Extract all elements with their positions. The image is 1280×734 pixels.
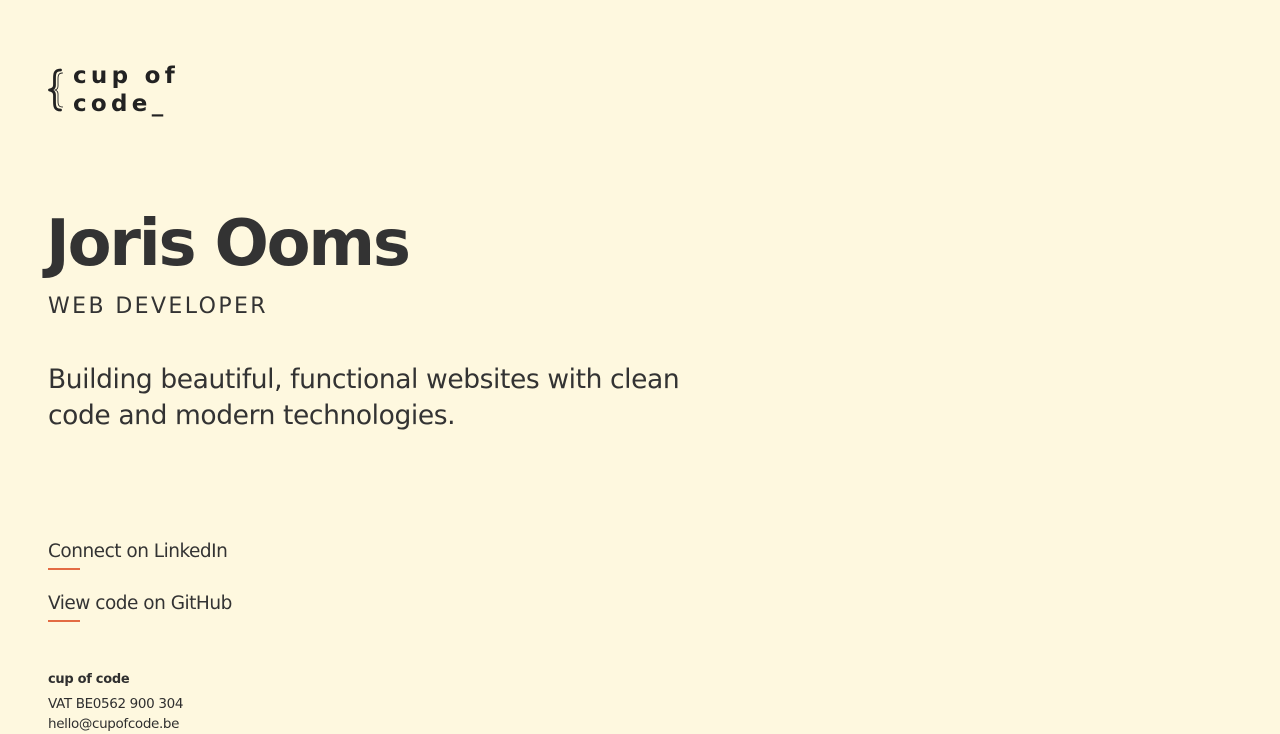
footer-company-name: cup of code [48, 672, 130, 687]
tagline: Building beautiful, functional websites … [48, 364, 680, 431]
curly-brace-icon [48, 68, 63, 112]
site-footer: cup of code VAT BE0562 900 304 hello@cup… [48, 670, 348, 734]
footer-vat-number: VAT BE0562 900 304 [48, 696, 184, 712]
linkedin-link[interactable]: Connect on LinkedIn [48, 538, 308, 576]
github-link-label: View code on GitHub [48, 593, 232, 614]
footer-email-link[interactable]: hello@cupofcode.be [48, 714, 348, 734]
linkedin-link-label: Connect on LinkedIn [48, 541, 228, 562]
home-logo-link[interactable]: cup of code_ [48, 62, 188, 118]
page-title: Joris Ooms [46, 207, 411, 281]
job-title: WEB DEVELOPER [48, 294, 268, 319]
logo-wordmark: cup of code_ [73, 62, 179, 118]
linkedin-link-underline [48, 568, 80, 570]
github-link[interactable]: View code on GitHub [48, 590, 308, 628]
logo-line-2: code_ [73, 91, 168, 117]
github-link-underline [48, 620, 80, 622]
logo-line-1: cup of [73, 63, 180, 89]
